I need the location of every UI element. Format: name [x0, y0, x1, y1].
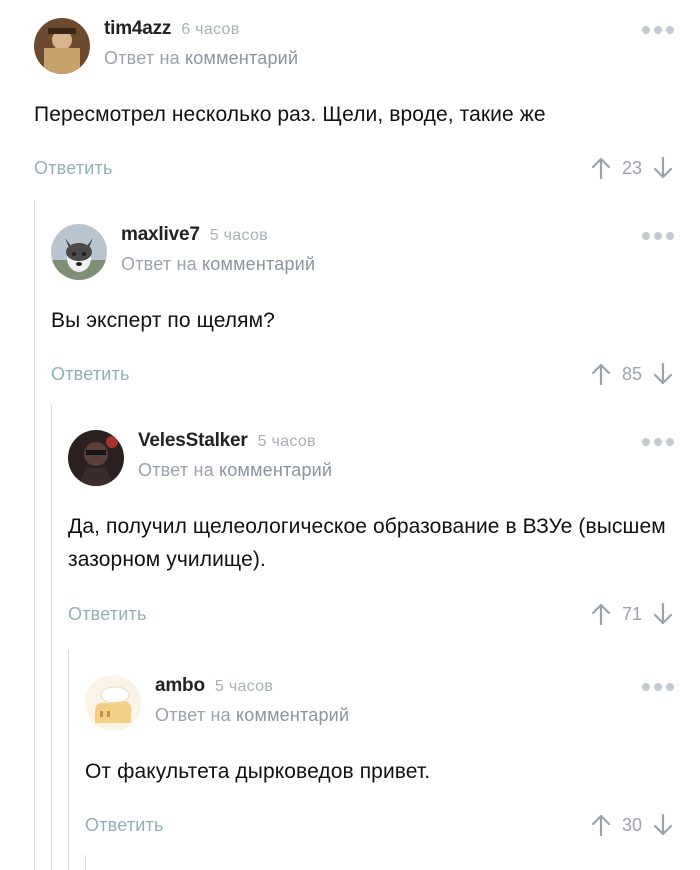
comment: tim4azz 6 часов Ответ на комментарий Пере… [34, 18, 674, 186]
arrow-up-icon[interactable] [590, 813, 612, 837]
rating: 30 [590, 813, 674, 837]
reply-to-link[interactable]: комментарий [219, 460, 332, 480]
comment: ambo 5 часов Ответ на комментарий От факу… [85, 675, 674, 843]
comment-text: От факультета дырковедов привет. [85, 760, 431, 783]
more-dots-icon[interactable] [642, 683, 674, 691]
reply-prefix: Ответ на [155, 705, 231, 725]
reply-prefix: Ответ на [138, 460, 214, 480]
thread-line-1 [34, 200, 35, 870]
author-username[interactable]: maxlive7 [121, 224, 200, 245]
arrow-up-icon[interactable] [590, 156, 612, 180]
reply-to: Ответ на комментарий [121, 254, 315, 275]
comment-time: 5 часов [209, 227, 268, 244]
reply-button[interactable]: Ответить [34, 158, 113, 179]
comment-time: 5 часов [214, 678, 274, 695]
thread-line-2 [51, 405, 52, 870]
author-name[interactable]: maxlive7 5 часов [121, 224, 268, 246]
reply-to-link[interactable]: комментарий [185, 48, 298, 68]
avatar[interactable] [34, 18, 90, 74]
comment-time: 5 часов [257, 433, 316, 450]
reply-to-link[interactable]: комментарий [236, 705, 349, 725]
thread-line-4 [85, 855, 86, 870]
reply-prefix: Ответ на [121, 254, 197, 274]
rating-value: 71 [621, 603, 642, 624]
comment-text: Пересмотрел несколько раз. Щели, вроде, … [34, 103, 546, 126]
comment-text: Да, получил щелеологическое образование … [68, 515, 666, 571]
more-dots-icon[interactable] [642, 26, 674, 34]
more-dots-icon[interactable] [642, 438, 674, 446]
thread-line-3 [68, 650, 69, 870]
rating-value: 85 [621, 363, 642, 384]
reply-button[interactable]: Ответить [85, 815, 164, 836]
rating: 23 [590, 156, 674, 180]
reply-prefix: Ответ на [104, 48, 180, 68]
rating: 71 [590, 602, 674, 626]
reply-to: Ответ на комментарий [155, 705, 349, 726]
arrow-up-icon[interactable] [590, 362, 612, 386]
rating: 85 [590, 362, 674, 386]
arrow-down-icon[interactable] [652, 813, 674, 837]
arrow-up-icon[interactable] [590, 602, 612, 626]
reply-button[interactable]: Ответить [68, 604, 147, 625]
arrow-down-icon[interactable] [652, 156, 674, 180]
avatar[interactable] [85, 675, 141, 731]
comment: maxlive7 5 часов Ответ на комментарий Вы … [51, 224, 674, 392]
rating-value: 23 [621, 157, 642, 178]
reply-to: Ответ на комментарий [138, 460, 332, 481]
more-dots-icon[interactable] [642, 232, 674, 240]
reply-button[interactable]: Ответить [51, 364, 130, 385]
author-name[interactable]: tim4azz 6 часов [104, 18, 240, 40]
reply-to: Ответ на комментарий [104, 48, 298, 69]
avatar[interactable] [68, 430, 124, 486]
author-name[interactable]: VelesStalker 5 часов [138, 430, 316, 452]
rating-value: 30 [621, 814, 642, 835]
comment: VelesStalker 5 часов Ответ на комментарий… [68, 430, 674, 632]
comment-text: Вы эксперт по щелям? [51, 309, 275, 332]
author-username[interactable]: ambo [155, 675, 205, 696]
reply-to-link[interactable]: комментарий [202, 254, 315, 274]
author-username[interactable]: VelesStalker [138, 430, 248, 451]
author-username[interactable]: tim4azz [104, 18, 171, 39]
comment-time: 6 часов [181, 21, 240, 38]
avatar[interactable] [51, 224, 107, 280]
author-name[interactable]: ambo 5 часов [155, 675, 273, 697]
arrow-down-icon[interactable] [652, 362, 674, 386]
arrow-down-icon[interactable] [652, 602, 674, 626]
